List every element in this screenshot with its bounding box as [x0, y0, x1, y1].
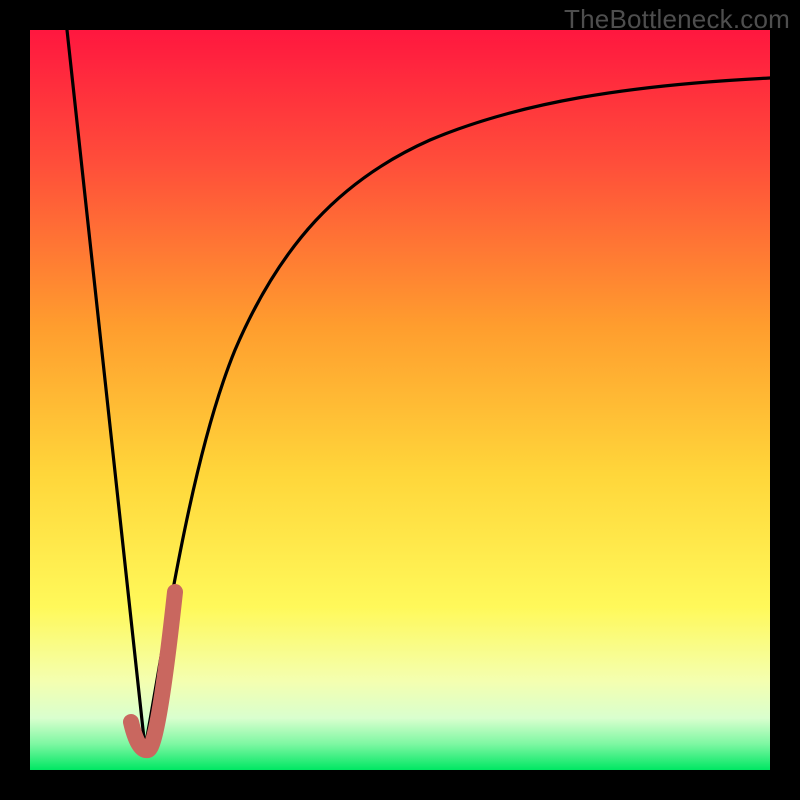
- watermark-text: TheBottleneck.com: [564, 4, 790, 35]
- bottleneck-chart: [30, 30, 770, 770]
- gradient-background: [30, 30, 770, 770]
- chart-frame: TheBottleneck.com: [0, 0, 800, 800]
